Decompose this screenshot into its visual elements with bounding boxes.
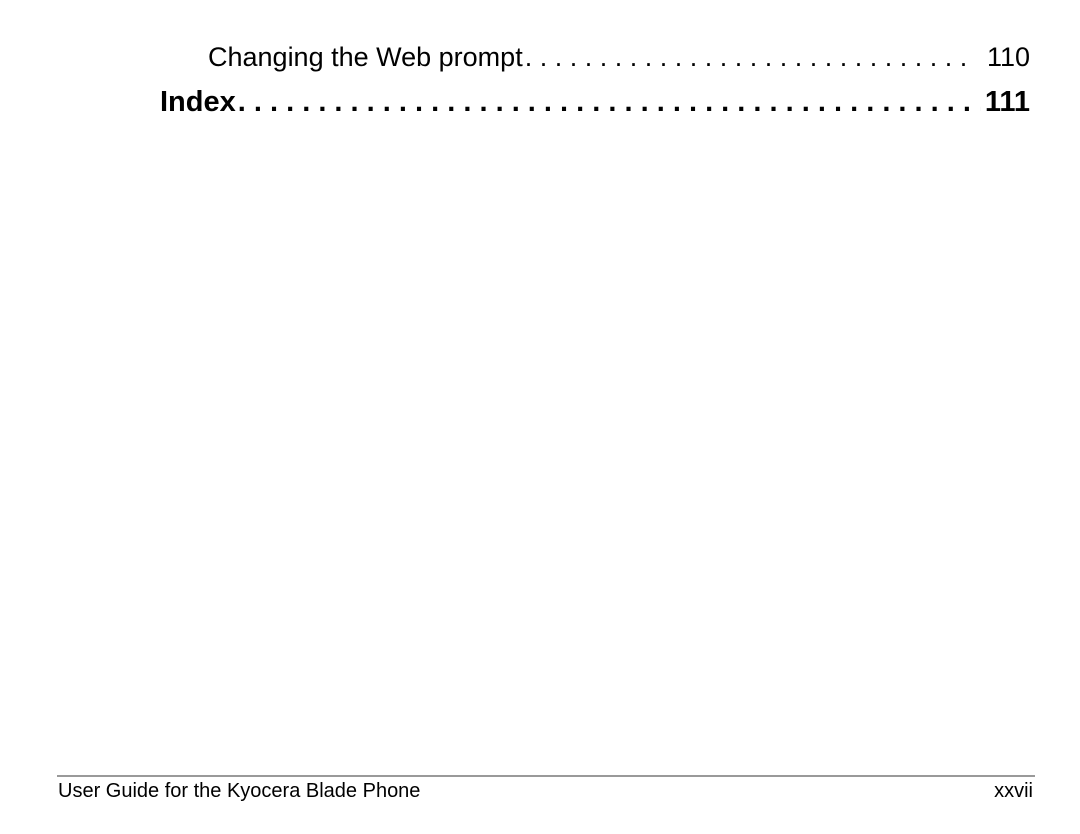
footer-divider [57,775,1035,777]
toc-entry-title: Index [160,86,236,118]
toc-entry-page: 111 [984,86,1030,118]
dot-leader: . . . . . . . . . . . . . . . . . . . . … [237,86,981,118]
toc-entry-index[interactable]: Index . . . . . . . . . . . . . . . . . … [160,86,1030,119]
page-footer: User Guide for the Kyocera Blade Phone x… [58,780,1033,803]
dot-leader: . . . . . . . . . . . . . . . . . . . . … [524,42,969,72]
toc-entry-title: Changing the Web prompt [208,42,523,72]
toc-entry-page: 110 [986,42,1030,72]
toc-entry-changing-web-prompt[interactable]: Changing the Web prompt . . . . . . . . … [208,42,1030,73]
footer-title: User Guide for the Kyocera Blade Phone [58,780,421,802]
footer-page-number: xxvii [994,780,1033,802]
